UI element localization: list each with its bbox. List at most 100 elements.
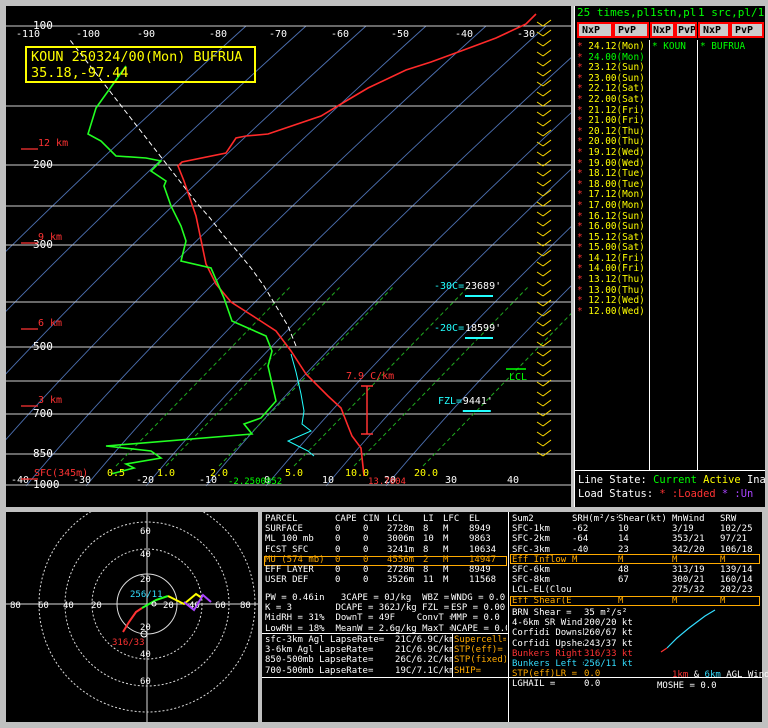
kinematic-row: LCL-EL(Cloud Layer) 275/32 202/23 bbox=[512, 585, 760, 595]
sfc-dew-label: 13.7004 bbox=[368, 477, 406, 487]
hodograph-panel[interactable]: 60 40 20 20 40 60 80 60 40 20 20 40 60 80 256/11 316/33 bbox=[6, 495, 258, 722]
temp-tick-label: -20 bbox=[136, 475, 154, 486]
table-cell: Corfidi Downshear = bbox=[512, 628, 584, 639]
table-cell: 67 bbox=[618, 575, 629, 586]
source-entry[interactable]: * BUFRUA bbox=[700, 41, 745, 53]
table-cell: NCAPE = 0.0 bbox=[451, 623, 507, 634]
wind-barb bbox=[536, 449, 552, 457]
kinematic-row: Eff Inflow M M M M bbox=[512, 555, 760, 565]
station-entry[interactable]: * KOUN bbox=[652, 41, 686, 53]
time-label: 12.00(Wed) bbox=[588, 305, 645, 317]
storm-hodo-mini bbox=[660, 609, 716, 653]
isotherm-label: -20C= bbox=[434, 323, 464, 334]
wind-barb bbox=[536, 349, 552, 357]
time-list-panel[interactable]: 25 times,pl 1stn,pl 1 src,pl/1 NxP PvP N… bbox=[574, 6, 766, 507]
barb-flag bbox=[536, 151, 544, 157]
thermo-indices: PW = 0.46in 3CAPE = 0J/kg WBZ = 3863WNDG… bbox=[265, 593, 507, 634]
table-cell: 10 bbox=[423, 534, 434, 545]
table-cell: 0 bbox=[335, 564, 341, 575]
table-cell: STP(eff)= bbox=[454, 645, 503, 656]
time-list[interactable]: * 24.12(Mon) * 24.00(Mon) * 23.12(Sun) * 23… bbox=[577, 41, 645, 318]
table-cell: WNDG = 0.0 bbox=[451, 593, 506, 603]
wind-barb bbox=[536, 279, 552, 287]
table-cell: M bbox=[618, 595, 624, 606]
hodo-ring-label: 40 bbox=[140, 650, 151, 660]
table-cell bbox=[572, 575, 618, 585]
storm-row: LGHAIL = 0.0 bbox=[512, 679, 654, 689]
sources-next-button[interactable]: NxP bbox=[698, 22, 730, 38]
barb-shaft bbox=[542, 369, 552, 377]
parcel-row: EFF LAYER 0 0 2728m 8 M 8949 bbox=[265, 565, 503, 575]
sources-prev-button[interactable]: PvP bbox=[730, 22, 764, 38]
barb-shaft bbox=[542, 219, 552, 227]
table-cell: 850-500mb LapseRate= 26C/6.2C/km bbox=[265, 655, 453, 666]
skewt-panel[interactable]: 100 200 300 500 700 850 1000 0.5 1.0 2.0 5.0 10.0 20… bbox=[0, 6, 768, 507]
station-label: KOUN 250324/00(Mon) BUFRUA bbox=[31, 49, 243, 65]
barb-shaft bbox=[542, 79, 552, 87]
table-cell: 106/18 bbox=[720, 544, 753, 555]
line-state-current[interactable]: Current bbox=[653, 474, 697, 486]
barb-shaft bbox=[542, 389, 552, 397]
time-label: 13.12(Thu) bbox=[588, 274, 645, 286]
hodo-axis-label: 60 bbox=[215, 601, 226, 611]
stations-header: 1stn,pl bbox=[650, 6, 697, 19]
table-cell: 2728m bbox=[387, 564, 415, 575]
wind-barb bbox=[536, 389, 552, 397]
wind-barb bbox=[536, 269, 552, 277]
stations-prev-button[interactable]: PvP bbox=[675, 22, 697, 38]
barb-flag bbox=[536, 121, 544, 127]
table-cell: 11568 bbox=[469, 575, 497, 586]
time-label: 15.00(Sat) bbox=[588, 242, 645, 254]
barb-shaft bbox=[542, 269, 552, 277]
table-cell: Bunkers Left = bbox=[512, 658, 584, 669]
barb-flag bbox=[536, 301, 544, 307]
parcel-row: ML 100 mb 0 0 3006m 10 M 9863 bbox=[265, 534, 503, 544]
parcel-row: FCST SFC 0 0 3241m 8 M 10634 bbox=[265, 545, 503, 555]
mixing-ratio-line bbox=[115, 285, 292, 467]
temp-tick-label: 40 bbox=[507, 475, 519, 486]
table-cell: 0.0 bbox=[584, 679, 601, 690]
barb-shaft bbox=[542, 179, 552, 187]
temp-tick-label: -50 bbox=[391, 29, 409, 40]
time-status-star: * bbox=[577, 242, 589, 254]
kinematic-row: SFC-6km 48 313/19 139/14 bbox=[512, 565, 760, 575]
table-cell: SFC-8km bbox=[512, 575, 550, 586]
time-list-item[interactable]: * 12.00(Wed) bbox=[577, 305, 645, 318]
times-prev-button[interactable]: PvP bbox=[613, 22, 649, 38]
table-cell: LCL bbox=[387, 514, 404, 524]
kinematic-table: Sum2 SRH(m²/s²)Shear(kt) MnWind SRW SFC-1km -… bbox=[512, 514, 760, 606]
times-next-button[interactable]: NxP bbox=[577, 22, 613, 38]
station-label-box: KOUN 250324/00(Mon) BUFRUA 35.18,-97.44 bbox=[25, 46, 256, 83]
kinematic-row: Eff Shear(EBWD) M M M bbox=[512, 596, 760, 606]
table-cell: 353/21 bbox=[672, 534, 705, 545]
lapse-row: 700-500mb LapseRate= 19C/7.1C/km bbox=[265, 666, 453, 676]
barb-flag bbox=[536, 131, 544, 137]
barb-shaft bbox=[542, 49, 552, 57]
dry-adiabat bbox=[0, 25, 427, 447]
table-cell: -64 bbox=[572, 534, 589, 545]
table-cell: M bbox=[443, 524, 449, 535]
barb-flag bbox=[536, 91, 544, 97]
parameters-panel[interactable]: PARCEL CAPE CIN LCL LI LFC EL SURFACE 0 0 2728m 8 M 8… bbox=[262, 512, 768, 722]
table-cell: M bbox=[572, 554, 578, 565]
temp-tick-label: -60 bbox=[331, 29, 349, 40]
barb-flag bbox=[536, 321, 544, 327]
barb-shaft bbox=[542, 19, 552, 27]
barb-flag bbox=[536, 111, 544, 117]
barb-shaft bbox=[542, 119, 552, 127]
stations-next-button[interactable]: NxP bbox=[650, 22, 675, 38]
table-cell: 3241m bbox=[387, 544, 415, 555]
table-cell: 2 bbox=[423, 554, 429, 565]
time-status-star: * bbox=[577, 263, 589, 275]
barb-shaft bbox=[542, 149, 552, 157]
barb-flag bbox=[536, 291, 544, 297]
line-state-inactive[interactable]: Ina bbox=[747, 474, 766, 486]
barb-shaft bbox=[542, 429, 552, 437]
temp-tick-label: -100 bbox=[76, 29, 100, 40]
table-cell: 10 bbox=[618, 524, 629, 535]
barb-shaft bbox=[542, 29, 552, 37]
height-label: SFC(345m) bbox=[34, 468, 88, 479]
mixing-ratio-label: 0.5 bbox=[107, 468, 125, 479]
line-state-active[interactable]: Active bbox=[703, 474, 741, 486]
time-label: 15.12(Sat) bbox=[588, 231, 645, 243]
